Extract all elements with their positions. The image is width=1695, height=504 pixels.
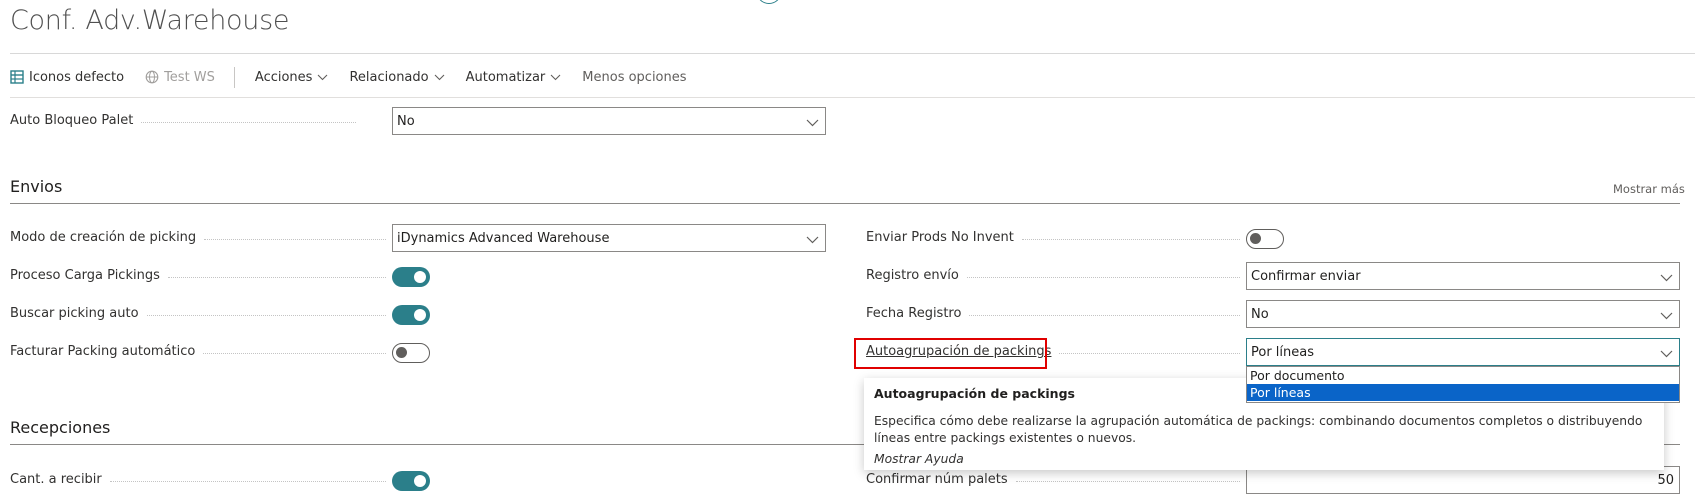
field-label-facturar-packing-automatico: Facturar Packing automático: [10, 344, 392, 359]
section-title-envios: Envios: [10, 177, 63, 196]
action-toolbar: Iconos defecto Test WS Acciones Relacion…: [10, 62, 708, 92]
option-por-documento[interactable]: Por documento: [1247, 367, 1679, 384]
enviar-prods-no-invent-toggle[interactable]: [1246, 229, 1284, 249]
table-icon: [10, 70, 24, 84]
related-menu[interactable]: Relacionado: [349, 70, 444, 85]
chevron-down-icon: [1660, 309, 1673, 324]
chevron-down-icon: [1660, 347, 1673, 362]
registro-envio-select[interactable]: Confirmar enviar: [1246, 262, 1680, 290]
page-title: Conf. Adv.Warehouse: [10, 5, 290, 36]
tooltip-body: Especifica cómo debe realizarse la agrup…: [874, 414, 1643, 445]
chevron-down-icon: [434, 74, 445, 81]
field-label-enviar-prods-no-invent: Enviar Prods No Invent: [866, 230, 1246, 245]
buscar-picking-auto-toggle[interactable]: [392, 305, 430, 325]
field-label-auto-bloqueo-palet: Auto Bloqueo Palet: [10, 113, 362, 128]
title-divider: [10, 53, 1695, 54]
test-ws-label: Test WS: [164, 69, 215, 85]
facturar-packing-automatico-toggle[interactable]: [392, 343, 430, 363]
chevron-down-icon: [317, 74, 328, 81]
modo-creacion-picking-select[interactable]: iDynamics Advanced Warehouse: [392, 224, 826, 252]
toolbar-divider: [10, 97, 1695, 98]
chevron-down-icon: [806, 233, 819, 248]
chevron-down-icon: [550, 74, 561, 81]
section-divider: [10, 203, 1680, 204]
field-label-modo-creacion-picking: Modo de creación de picking: [10, 230, 392, 245]
test-ws-button[interactable]: Test WS: [145, 70, 215, 85]
section-title-recepciones: Recepciones: [10, 418, 111, 437]
option-por-lineas[interactable]: Por líneas: [1247, 384, 1679, 401]
field-label-proceso-carga-pickings: Proceso Carga Pickings: [10, 268, 392, 283]
fewer-options-button[interactable]: Menos opciones: [582, 70, 686, 85]
globe-icon: [145, 70, 159, 84]
help-circle-icon[interactable]: [757, 0, 781, 4]
automate-menu[interactable]: Automatizar: [466, 70, 562, 85]
show-more-link[interactable]: Mostrar más: [1613, 182, 1685, 196]
field-label-confirmar-num-palets: Confirmar núm palets: [866, 472, 1246, 487]
toolbar-separator: [233, 66, 235, 88]
field-label-buscar-picking-auto: Buscar picking auto: [10, 306, 392, 321]
show-help-link[interactable]: Mostrar Ayuda: [874, 452, 1654, 466]
field-label-fecha-registro: Fecha Registro: [866, 306, 1246, 321]
proceso-carga-pickings-toggle[interactable]: [392, 267, 430, 287]
auto-bloqueo-palet-select[interactable]: No: [392, 107, 826, 135]
actions-label: Acciones: [254, 69, 313, 85]
default-icons-button[interactable]: Iconos defecto: [10, 70, 124, 85]
field-label-registro-envio: Registro envío: [866, 268, 1246, 283]
chevron-down-icon: [1660, 271, 1673, 286]
confirmar-num-palets-input[interactable]: 50: [1246, 466, 1680, 494]
chevron-down-icon: [806, 116, 819, 131]
autoagrupacion-packings-select[interactable]: Por líneas: [1246, 338, 1680, 366]
autoagrupacion-options-list: Por documento Por líneas: [1246, 366, 1680, 403]
fewer-options-label: Menos opciones: [582, 69, 687, 85]
default-icons-label: Iconos defecto: [29, 69, 125, 85]
fecha-registro-select[interactable]: No: [1246, 300, 1680, 328]
cant-a-recibir-toggle[interactable]: [392, 471, 430, 491]
related-label: Relacionado: [349, 69, 429, 85]
automate-label: Automatizar: [465, 69, 546, 85]
actions-menu[interactable]: Acciones: [255, 70, 329, 85]
highlight-annotation: [854, 338, 1047, 369]
field-label-cant-a-recibir: Cant. a recibir: [10, 472, 392, 487]
